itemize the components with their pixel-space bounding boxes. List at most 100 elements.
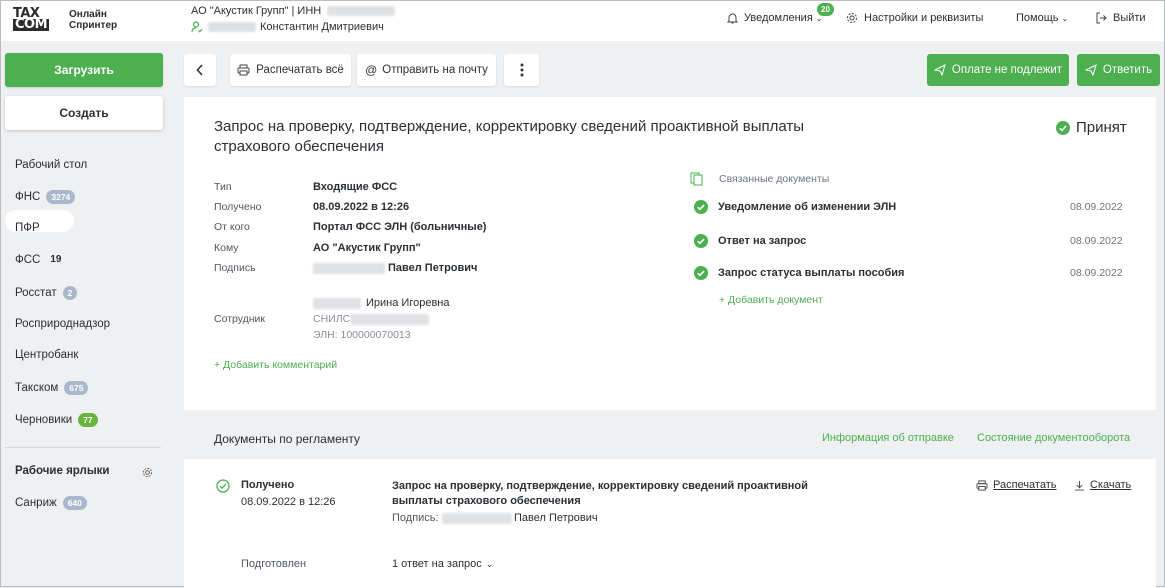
notifications-badge: 20 — [817, 3, 834, 16]
check-circle-icon — [694, 234, 708, 248]
related-doc-row[interactable]: Уведомление об изменении ЭЛН — [694, 200, 896, 214]
sidebar-item-rosstat[interactable]: Росстат 2 — [15, 286, 78, 300]
reply-button[interactable]: Ответить — [1077, 54, 1160, 86]
sidebar-item-pfr[interactable]: ПФР — [15, 222, 40, 234]
send-mail-label: Отправить на почту — [382, 64, 488, 76]
gear-icon — [847, 13, 857, 23]
download-icon — [1074, 480, 1085, 491]
create-button[interactable]: Создать — [5, 96, 163, 130]
not-payable-button[interactable]: Оплате не подлежит — [927, 54, 1069, 86]
sidebar-divider — [5, 447, 161, 448]
count-badge: 19 — [50, 254, 62, 265]
related-doc-date: 08.09.2022 — [1070, 267, 1123, 279]
type-label: Тип — [214, 181, 232, 193]
prepared-value: 1 ответ на запрос — [392, 558, 482, 570]
user-info[interactable]: Константин Дмитриевич — [191, 21, 384, 33]
send-icon — [933, 64, 946, 76]
help-label: Помощь — [1016, 12, 1059, 24]
entry-sign-name: Павел Петрович — [514, 512, 598, 524]
labels-section-title: Рабочие ярлыки — [15, 465, 110, 477]
gear-icon[interactable] — [142, 467, 153, 478]
help-button[interactable]: Помощь ⌄ — [1016, 12, 1068, 24]
exit-button[interactable]: Выйти — [1095, 12, 1146, 24]
upload-button[interactable]: Загрузить — [5, 53, 163, 87]
to-value: АО "Акустик Групп" — [313, 242, 421, 254]
chevron-down-icon: ⌄ — [1061, 13, 1069, 23]
from-value: Портал ФСС ЭЛН (больничные) — [313, 221, 487, 233]
more-vertical-icon — [520, 63, 523, 77]
sidebar-item-label: Черновики — [15, 414, 73, 426]
entry-status: Получено — [241, 479, 295, 491]
received-value: 08.09.2022 в 12:26 — [313, 201, 410, 213]
check-circle-icon — [694, 266, 708, 280]
sidebar-item-label: Росстат — [15, 287, 57, 299]
more-menu-button[interactable] — [504, 54, 539, 86]
printer-icon — [237, 64, 250, 76]
count-badge: 77 — [78, 413, 98, 427]
send-mail-button[interactable]: @ Отправить на почту — [357, 54, 496, 86]
entry-date: 08.09.2022 в 12:26 — [241, 496, 336, 508]
entry-sign-label: Подпись: — [392, 512, 439, 524]
sign-label: Подпись — [214, 262, 256, 274]
sidebar-item-rosprirodnadzor[interactable]: Росприроднадзор — [15, 318, 110, 330]
print-all-button[interactable]: Распечатать всё — [230, 54, 351, 86]
sidebar-item-fns[interactable]: ФНС 3274 — [15, 190, 76, 204]
received-label: Получено — [214, 201, 262, 213]
count-badge: 2 — [62, 286, 78, 300]
blurred-employee-surname — [313, 298, 361, 309]
print-label: Распечатать — [993, 479, 1057, 491]
taxcom-logo[interactable]: TAX COM Онлайн Спринтер — [13, 7, 123, 32]
sidebar-item-centrobank[interactable]: Центробанк — [15, 349, 78, 361]
top-bar: TAX COM Онлайн Спринтер АО "Акустик Груп… — [1, 1, 1164, 41]
sidebar-item-label: ПФР — [15, 222, 40, 234]
related-doc-row[interactable]: Ответ на запрос — [694, 234, 806, 248]
snils-label: СНИЛС: — [313, 313, 354, 325]
add-comment-link[interactable]: + Добавить комментарий — [214, 359, 337, 371]
notifications-label: Уведомления — [744, 12, 813, 24]
exit-icon — [1096, 12, 1107, 24]
add-document-link[interactable]: + Добавить документ — [719, 294, 823, 306]
sidebar-item-label: Центробанк — [15, 349, 79, 361]
entry-doc-title[interactable]: Запрос на проверку, подтверждение, корре… — [392, 479, 832, 509]
settings-button[interactable]: Настройки и реквизиты — [846, 12, 983, 24]
from-label: От кого — [214, 221, 250, 233]
at-icon: @ — [365, 63, 378, 77]
related-doc-row[interactable]: Запрос статуса выплаты пособия — [694, 266, 904, 280]
label-item-label: Санриж — [15, 497, 57, 509]
logo-app-line2: Спринтер — [69, 20, 118, 31]
org-info[interactable]: АО "Акустик Групп" | ИНН — [191, 5, 396, 17]
chevron-left-icon — [196, 64, 203, 76]
sidebar-item-label: Росприроднадзор — [15, 318, 110, 330]
send-info-link[interactable]: Информация об отправке — [822, 432, 954, 444]
print-link[interactable]: Распечатать — [976, 479, 1056, 491]
prepared-label: Подготовлен — [241, 558, 307, 570]
sidebar-item-taxcom[interactable]: Такском 675 — [15, 381, 89, 395]
exit-label: Выйти — [1113, 12, 1146, 24]
workflow-state-link[interactable]: Состояние документооборота — [977, 432, 1130, 444]
blurred-inn — [327, 6, 396, 17]
labels-title: Рабочие ярлыки — [15, 465, 110, 477]
related-doc-title: Уведомление об изменении ЭЛН — [718, 201, 897, 213]
sidebar-item-label: ФСС — [15, 254, 41, 266]
related-title: Связанные документы — [719, 173, 830, 185]
print-all-label: Распечатать всё — [256, 64, 344, 76]
status-badge: Принят — [1056, 119, 1127, 136]
org-name: АО "Акустик Групп" | ИНН — [191, 5, 322, 17]
back-button[interactable] — [184, 54, 216, 86]
sidebar-item-desktop[interactable]: Рабочий стол — [15, 159, 87, 171]
not-payable-label: Оплате не подлежит — [951, 64, 1063, 76]
prepared-dropdown[interactable]: 1 ответ на запрос ⌄ — [392, 558, 493, 570]
chevron-down-icon: ⌄ — [485, 558, 494, 569]
download-link[interactable]: Скачать — [1074, 479, 1131, 491]
notifications-button[interactable]: Уведомления ⌄ — [727, 12, 822, 24]
sidebar-item-label: ФНС — [15, 191, 41, 203]
printer-icon — [976, 479, 988, 491]
documents-icon — [690, 172, 703, 186]
related-doc-date: 08.09.2022 — [1070, 201, 1123, 213]
user-icon — [191, 21, 203, 33]
sidebar-item-drafts[interactable]: Черновики 77 — [15, 413, 98, 427]
blurred-surname — [208, 22, 256, 32]
sidebar-item-fss[interactable]: ФСС 19 — [15, 254, 61, 266]
label-item-sanrizh[interactable]: Санриж 640 — [15, 496, 87, 510]
check-circle-icon — [694, 200, 708, 214]
